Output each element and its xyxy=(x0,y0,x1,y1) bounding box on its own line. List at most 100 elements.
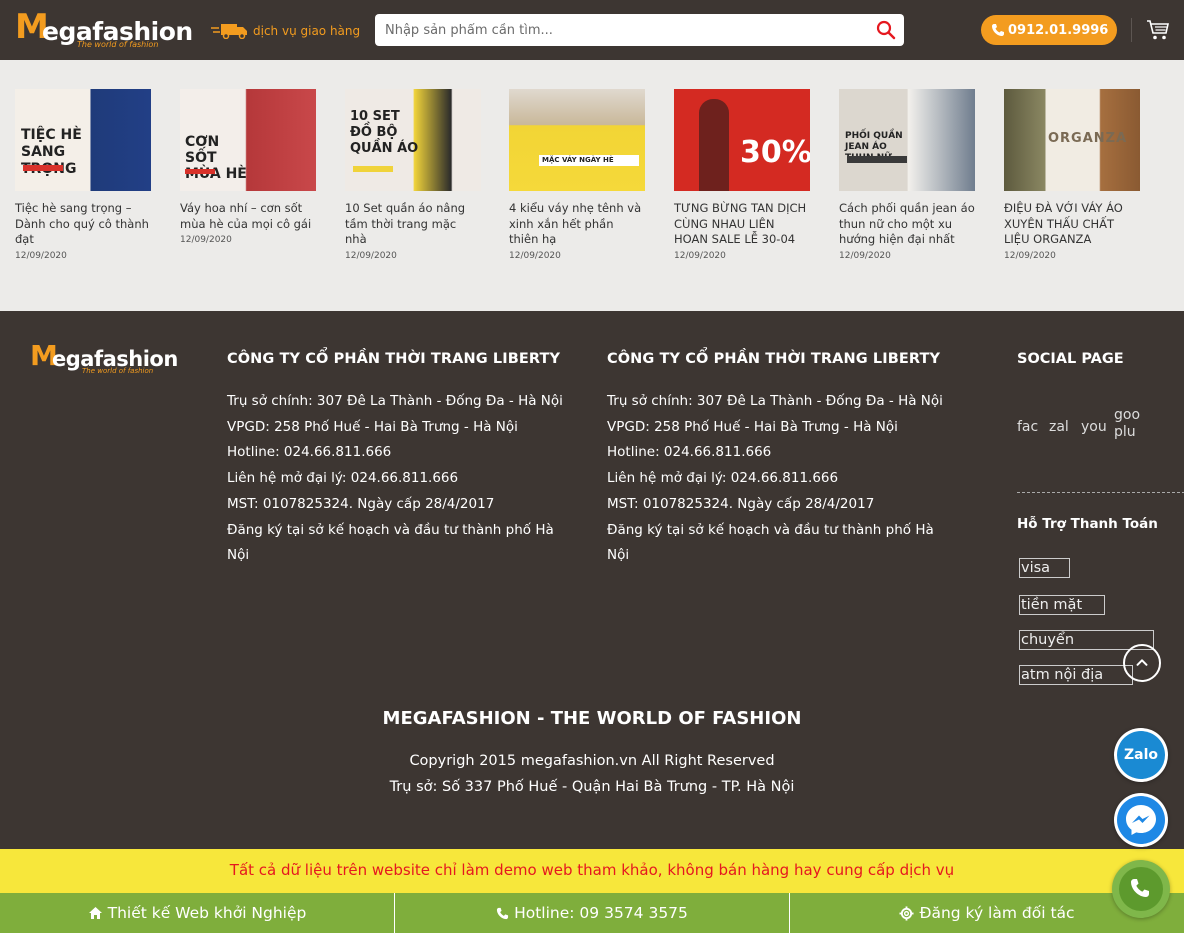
thumbnail-caption: 10 SET ĐỒ BỘ QUẦN ÁO xyxy=(350,109,419,156)
article-date: 12/09/2020 xyxy=(180,235,232,245)
header-phone-button[interactable]: 0912.01.9996 xyxy=(981,15,1117,45)
site-footer: M egafashion The world of fashion CÔNG T… xyxy=(0,311,1184,849)
delivery-service-link[interactable]: dịch vụ giao hàng xyxy=(211,22,360,40)
article-thumbnail[interactable]: 10 SET ĐỒ BỘ QUẦN ÁO xyxy=(345,89,481,191)
article-title[interactable]: Tiệc hè sang trọng – Dành cho quý cô thà… xyxy=(15,201,151,248)
delivery-label: dịch vụ giao hàng xyxy=(253,24,361,38)
article-card[interactable]: ORGANZA ĐIỆU ĐÀ VỚI VÁY ÁO XUYÊN THẤU CH… xyxy=(1004,89,1140,261)
hotline-link[interactable]: Hotline: 09 3574 3575 xyxy=(395,893,790,933)
thumbnail-badge xyxy=(185,169,215,174)
header-phone-number: 0912.01.9996 xyxy=(1008,22,1109,38)
atm-payment-icon: atm nội địa xyxy=(1019,665,1133,685)
article-card[interactable]: PHỐI QUẦN JEAN ÁO THUN NỮ Cách phối quần… xyxy=(839,89,975,261)
thumbnail-caption: MẶC VÁY NGÀY HÈ xyxy=(539,155,639,166)
youtube-icon[interactable]: you xyxy=(1081,419,1109,455)
article-thumbnail[interactable]: TIỆC HÈ SANG TRỌNG xyxy=(15,89,151,191)
zalo-icon[interactable]: zal xyxy=(1049,419,1077,455)
company-info-block: CÔNG TY CỔ PHẦN THỜI TRANG LIBERTY Trụ s… xyxy=(607,351,952,569)
social-divider xyxy=(1017,492,1184,493)
article-thumbnail[interactable]: CƠN SỐT MÙA HÈ xyxy=(180,89,316,191)
social-icons: fac zal you goo plu xyxy=(1017,407,1157,467)
article-thumbnail[interactable]: MẶC VÁY NGÀY HÈ xyxy=(509,89,645,191)
call-now-button[interactable] xyxy=(1112,860,1170,918)
article-card[interactable]: TIỆC HÈ SANG TRỌNG Tiệc hè sang trọng – … xyxy=(15,89,151,261)
web-design-link[interactable]: Thiết kế Web khởi Nghiệp xyxy=(0,893,395,933)
company-details: Trụ sở chính: 307 Đê La Thành - Đống Đa … xyxy=(607,389,952,569)
shopping-cart-icon[interactable] xyxy=(1146,18,1170,42)
article-title[interactable]: Váy hoa nhí – cơn sốt mùa hè của mọi cô … xyxy=(180,201,316,232)
top-header: M egafashion The world of fashion dịch v… xyxy=(0,0,1184,60)
company-title: CÔNG TY CỔ PHẦN THỜI TRANG LIBERTY xyxy=(227,351,561,367)
messenger-chat-button[interactable] xyxy=(1114,793,1168,847)
footer-logo[interactable]: M egafashion The world of fashion xyxy=(30,341,178,376)
company-hotline: Hotline: 024.66.811.666 xyxy=(607,444,772,461)
phone-icon xyxy=(497,907,509,919)
company-details: Trụ sở chính: 307 Đê La Thành - Đống Đa … xyxy=(227,389,572,569)
web-design-label: Thiết kế Web khởi Nghiệp xyxy=(107,904,307,922)
search-bar xyxy=(375,14,904,46)
article-card[interactable]: MẶC VÁY NGÀY HÈ 4 kiểu váy nhẹ tênh và x… xyxy=(509,89,645,261)
social-title: SOCIAL PAGE xyxy=(1017,351,1124,367)
article-thumbnail[interactable]: ORGANZA xyxy=(1004,89,1140,191)
article-title[interactable]: 4 kiểu váy nhẹ tênh và xinh xắn hết phần… xyxy=(509,201,645,248)
footer-tagline: MEGAFASHION - THE WORLD OF FASHION xyxy=(382,708,802,729)
home-icon xyxy=(88,907,102,919)
company-agency-contact: Liên hệ mở đại lý: 024.66.811.666 xyxy=(607,470,839,487)
company-agency-contact: Liên hệ mở đại lý: 024.66.811.666 xyxy=(227,470,459,487)
article-card[interactable]: 10 SET ĐỒ BỘ QUẦN ÁO 10 Set quần áo nâng… xyxy=(345,89,481,261)
company-office: VPGD: 258 Phố Huế - Hai Bà Trưng - Hà Nộ… xyxy=(227,418,518,435)
copyright-text: Copyrigh 2015 megafashion.vn All Right R… xyxy=(409,753,775,769)
article-title[interactable]: 10 Set quần áo nâng tầm thời trang mặc n… xyxy=(345,201,481,248)
header-divider xyxy=(1131,18,1132,42)
footer-copyright: Copyrigh 2015 megafashion.vn All Right R… xyxy=(0,748,1184,800)
payment-title: Hỗ Trợ Thanh Toán xyxy=(1017,516,1158,532)
hotline-label: Hotline: 09 3574 3575 xyxy=(514,904,688,922)
company-tax-code: MST: 0107825324. Ngày cấp 28/4/2017 xyxy=(227,495,495,512)
phone-icon xyxy=(1119,867,1163,911)
company-address: Trụ sở chính: 307 Đê La Thành - Đống Đa … xyxy=(227,393,563,409)
messenger-icon xyxy=(1117,796,1165,844)
thumbnail-badge xyxy=(353,166,393,172)
thumbnail-badge xyxy=(23,165,63,171)
gear-icon xyxy=(899,905,914,921)
article-thumbnail[interactable]: 30% xyxy=(674,89,810,191)
zalo-icon: Zalo xyxy=(1117,731,1165,779)
cash-payment-icon: tiền mặt xyxy=(1019,595,1105,615)
article-title[interactable]: Cách phối quần jean áo thun nữ cho một x… xyxy=(839,201,975,248)
phone-icon xyxy=(992,24,1004,36)
article-date: 12/09/2020 xyxy=(345,250,397,261)
head-office-address: Trụ sở: Số 337 Phố Huế - Quận Hai Bà Trư… xyxy=(389,779,795,795)
article-date: 12/09/2020 xyxy=(839,250,891,261)
article-card[interactable]: CƠN SỐT MÙA HÈ Váy hoa nhí – cơn sốt mùa… xyxy=(180,89,316,245)
google-plus-icon[interactable]: goo plu xyxy=(1114,407,1142,467)
social-column: SOCIAL PAGE fac zal you goo plu Hỗ Trợ T… xyxy=(1017,351,1184,685)
search-icon[interactable] xyxy=(876,20,896,40)
thumbnail-badge xyxy=(847,156,907,163)
company-tax-code: MST: 0107825324. Ngày cấp 28/4/2017 xyxy=(607,495,875,512)
thumbnail-figure xyxy=(699,99,729,191)
company-registration: Đăng ký tại sở kế hoạch và đầu tư thành … xyxy=(607,521,934,564)
article-date: 12/09/2020 xyxy=(509,250,561,261)
site-logo[interactable]: M egafashion The world of fashion xyxy=(15,9,193,49)
article-date: 12/09/2020 xyxy=(1004,250,1056,261)
article-thumbnail[interactable]: PHỐI QUẦN JEAN ÁO THUN NỮ xyxy=(839,89,975,191)
article-date: 12/09/2020 xyxy=(15,250,67,261)
company-title: CÔNG TY CỔ PHẦN THỜI TRANG LIBERTY xyxy=(607,351,941,367)
demo-warning-banner: Tất cả dữ liệu trên website chỉ làm demo… xyxy=(0,849,1184,893)
partner-signup-label: Đăng ký làm đối tác xyxy=(919,904,1075,922)
thumbnail-caption: CƠN SỐT MÙA HÈ xyxy=(185,134,247,182)
company-registration: Đăng ký tại sở kế hoạch và đầu tư thành … xyxy=(227,521,554,564)
bottom-action-bar: Thiết kế Web khởi Nghiệp Hotline: 09 357… xyxy=(0,893,1184,933)
news-article-strip: TIỆC HÈ SANG TRỌNG Tiệc hè sang trọng – … xyxy=(0,60,1184,311)
article-card[interactable]: 30% TƯNG BỪNG TAN DỊCH CÙNG NHAU LIÊN HO… xyxy=(674,89,810,261)
logo-tagline: The world of fashion xyxy=(77,40,159,49)
facebook-icon[interactable]: fac xyxy=(1017,419,1045,455)
article-title[interactable]: ĐIỆU ĐÀ VỚI VÁY ÁO XUYÊN THẤU CHẤT LIỆU … xyxy=(1004,201,1140,248)
scroll-to-top-button[interactable] xyxy=(1123,644,1161,682)
company-address: Trụ sở chính: 307 Đê La Thành - Đống Đa … xyxy=(607,393,943,409)
zalo-chat-button[interactable]: Zalo xyxy=(1114,728,1168,782)
thumbnail-caption: ORGANZA xyxy=(1048,131,1128,146)
company-hotline: Hotline: 024.66.811.666 xyxy=(227,444,392,461)
search-input[interactable] xyxy=(375,14,865,46)
article-title[interactable]: TƯNG BỪNG TAN DỊCH CÙNG NHAU LIÊN HOAN S… xyxy=(674,201,810,248)
